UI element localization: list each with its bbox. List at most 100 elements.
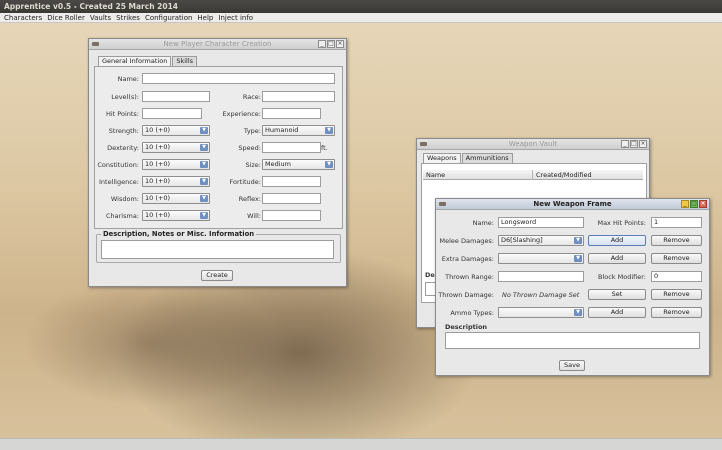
- menu-help[interactable]: Help: [197, 13, 213, 22]
- window-icon: [420, 142, 427, 146]
- chevron-down-icon: ▼: [574, 309, 582, 316]
- reflex-label: Reflex:: [238, 195, 261, 203]
- weapon-vault-titlebar[interactable]: Weapon Vault _ □ ×: [417, 139, 649, 150]
- type-select[interactable]: Humanoid ▼: [262, 125, 335, 136]
- minimize-icon[interactable]: _: [681, 200, 689, 208]
- character-window-titlebar[interactable]: New Player Character Creation _ □ ×: [89, 39, 346, 50]
- type-label: Type:: [243, 127, 261, 135]
- chevron-down-icon: ▼: [200, 178, 208, 185]
- description-group-title: Description, Notes or Misc. Information: [101, 230, 257, 238]
- charisma-label: Charisma:: [105, 212, 139, 220]
- melee-damages-select[interactable]: D6[Slashing] ▼: [498, 235, 584, 246]
- extra-damages-select[interactable]: ▼: [498, 253, 584, 264]
- chevron-down-icon: ▼: [574, 237, 582, 244]
- character-creation-window: New Player Character Creation _ □ × Gene…: [88, 38, 347, 287]
- close-icon[interactable]: ×: [336, 40, 344, 48]
- menu-configuration[interactable]: Configuration: [145, 13, 192, 22]
- minimize-icon[interactable]: _: [318, 40, 326, 48]
- strength-value: 10 (+0): [145, 126, 170, 134]
- thrown-damage-label: Thrown Damage:: [438, 291, 494, 299]
- fortitude-label: Fortitude:: [229, 178, 262, 186]
- app-title: Apprentice v0.5 - Created 25 March 2014: [4, 2, 179, 11]
- race-label: Race:: [242, 93, 261, 101]
- tab-general-information[interactable]: General Information: [98, 56, 172, 66]
- charisma-select[interactable]: 10 (+0) ▼: [142, 210, 210, 221]
- speed-unit: ft.: [321, 144, 328, 152]
- max-hp-label: Max Hit Points:: [597, 219, 646, 227]
- thrown-set-button[interactable]: Set: [588, 289, 646, 300]
- chevron-down-icon: ▼: [325, 161, 333, 168]
- hit-points-field[interactable]: [142, 108, 202, 119]
- thrown-range-label: Thrown Range:: [445, 273, 494, 281]
- status-bar: [0, 438, 722, 450]
- menu-dice-roller[interactable]: Dice Roller: [47, 13, 85, 22]
- wisdom-label: Wisdom:: [110, 195, 139, 203]
- extra-add-button[interactable]: Add: [588, 253, 646, 264]
- chevron-down-icon: ▼: [200, 127, 208, 134]
- type-value: Humanoid: [265, 126, 299, 134]
- maximize-icon[interactable]: □: [327, 40, 335, 48]
- ammo-add-button[interactable]: Add: [588, 307, 646, 318]
- menu-strikes[interactable]: Strikes: [116, 13, 140, 22]
- melee-remove-button[interactable]: Remove: [651, 235, 702, 246]
- melee-damages-label: Melee Damages:: [439, 237, 494, 245]
- ammo-remove-button[interactable]: Remove: [651, 307, 702, 318]
- dexterity-value: 10 (+0): [145, 143, 170, 151]
- intelligence-select[interactable]: 10 (+0) ▼: [142, 176, 210, 187]
- max-hp-value: 1: [654, 218, 659, 226]
- intelligence-label: Intelligence:: [98, 178, 139, 186]
- close-icon[interactable]: ×: [699, 200, 707, 208]
- thrown-damage-value: No Thrown Damage Set: [502, 291, 580, 299]
- menu-bar: Characters Dice Roller Vaults Strikes Co…: [0, 13, 722, 23]
- will-label: Will:: [247, 212, 261, 220]
- create-button[interactable]: Create: [201, 270, 233, 281]
- weapon-description-field[interactable]: [445, 332, 700, 349]
- will-field[interactable]: [262, 210, 321, 221]
- column-name[interactable]: Name: [423, 170, 533, 180]
- block-modifier-label: Block Modifier:: [597, 273, 646, 281]
- maximize-icon[interactable]: □: [630, 140, 638, 148]
- thrown-range-field[interactable]: [498, 271, 584, 282]
- tab-ammunitions[interactable]: Ammunitions: [461, 153, 513, 163]
- max-hp-field[interactable]: 1: [651, 217, 702, 228]
- wisdom-select[interactable]: 10 (+0) ▼: [142, 193, 210, 204]
- ammo-types-select[interactable]: ▼: [498, 307, 584, 318]
- hit-points-label: Hit Points:: [105, 110, 139, 118]
- window-icon: [439, 202, 446, 206]
- weapon-name-value: Longsword: [501, 218, 537, 226]
- character-window-title: New Player Character Creation: [163, 40, 272, 48]
- block-modifier-field[interactable]: 0: [651, 271, 702, 282]
- column-created-modified[interactable]: Created/Modified: [533, 170, 643, 180]
- minimize-icon[interactable]: _: [621, 140, 629, 148]
- weapon-name-field[interactable]: Longsword: [498, 217, 584, 228]
- description-field[interactable]: [101, 240, 334, 259]
- race-field[interactable]: [262, 91, 335, 102]
- experience-field[interactable]: [262, 108, 321, 119]
- tab-weapons[interactable]: Weapons: [423, 153, 461, 163]
- speed-field[interactable]: [262, 142, 321, 153]
- thrown-remove-button[interactable]: Remove: [651, 289, 702, 300]
- extra-remove-button[interactable]: Remove: [651, 253, 702, 264]
- melee-add-button[interactable]: Add: [588, 235, 646, 246]
- close-icon[interactable]: ×: [639, 140, 647, 148]
- levels-field[interactable]: [142, 91, 210, 102]
- chevron-down-icon: ▼: [200, 144, 208, 151]
- name-field[interactable]: [142, 73, 335, 84]
- menu-characters[interactable]: Characters: [4, 13, 42, 22]
- maximize-icon[interactable]: □: [690, 200, 698, 208]
- wisdom-value: 10 (+0): [145, 194, 170, 202]
- constitution-select[interactable]: 10 (+0) ▼: [142, 159, 210, 170]
- speed-label: Speed:: [238, 144, 261, 152]
- size-select[interactable]: Medium ▼: [262, 159, 335, 170]
- fortitude-field[interactable]: [262, 176, 321, 187]
- save-button[interactable]: Save: [559, 360, 585, 371]
- menu-inject-info[interactable]: Inject info: [218, 13, 253, 22]
- levels-label: Level(s):: [111, 93, 139, 101]
- reflex-field[interactable]: [262, 193, 321, 204]
- dexterity-select[interactable]: 10 (+0) ▼: [142, 142, 210, 153]
- menu-vaults[interactable]: Vaults: [90, 13, 111, 22]
- name-label: Name:: [117, 75, 139, 83]
- weapon-frame-titlebar[interactable]: New Weapon Frame _ □ ×: [436, 199, 709, 210]
- strength-select[interactable]: 10 (+0) ▼: [142, 125, 210, 136]
- tab-skills[interactable]: Skills: [172, 56, 198, 66]
